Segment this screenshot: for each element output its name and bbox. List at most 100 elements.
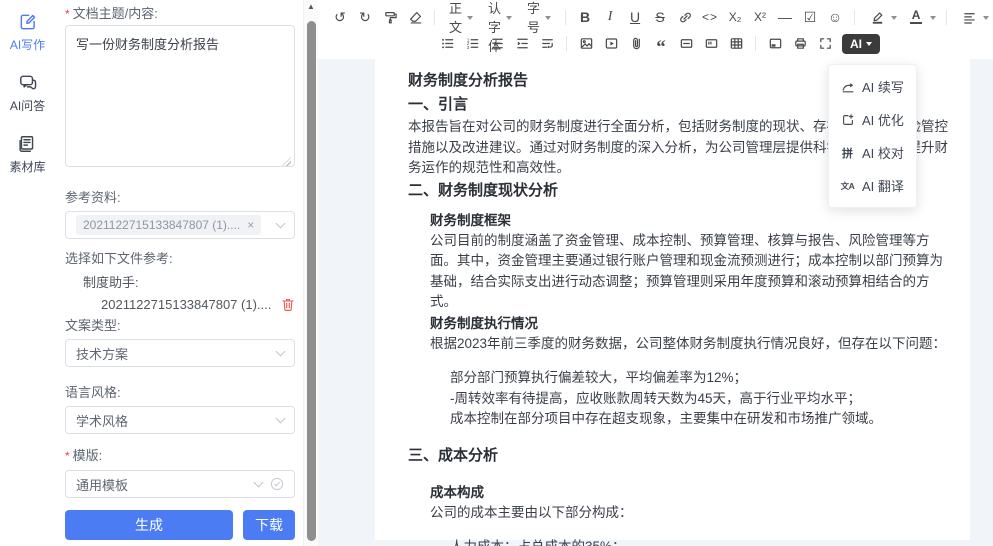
tag-close-icon[interactable]: × <box>247 218 254 232</box>
link-icon[interactable] <box>673 6 697 28</box>
material-library-icon <box>17 134 37 154</box>
menu-item-ai-optimize[interactable]: AI 优化 <box>829 103 916 136</box>
toolbar-row-2: 123 “ <box>328 31 987 56</box>
lang-style-label: 语言风格: <box>65 385 295 400</box>
doc-block: -周转效率有待提高，应收账款周转天数为45天，高于行业平均水平； <box>450 389 950 410</box>
doc-block: 三、成本分析 <box>408 444 950 468</box>
lang-style-select[interactable]: 学术风格 <box>65 406 295 434</box>
ai-proofread-icon: 拼 <box>840 145 855 160</box>
highlight-pen-icon <box>865 6 889 28</box>
caret-down-icon <box>983 16 989 20</box>
emoji-icon[interactable]: ☺ <box>823 6 847 28</box>
nav-item-ai-writing[interactable]: AI写作 <box>10 12 45 53</box>
ai-menu-button[interactable]: AI <box>842 34 880 54</box>
menu-item-ai-translate[interactable]: 文A AI 翻译 <box>829 169 916 202</box>
clear-format-icon[interactable] <box>403 6 427 28</box>
print-icon[interactable] <box>788 33 812 55</box>
editor-toolbar: ↺ ↻ 正文 默认字体 字号 B I U S <box>318 0 993 59</box>
font-color-select[interactable]: A <box>901 6 939 28</box>
chevron-down-icon <box>276 219 286 229</box>
reference-file-tag: 2021122715133847807 (1).... × <box>76 215 261 235</box>
topic-label: *文档主题/内容: <box>65 6 295 22</box>
task-list-icon[interactable]: ☑ <box>798 6 822 28</box>
download-button[interactable]: 下载 <box>243 510 295 540</box>
chevron-down-icon <box>276 414 286 424</box>
template-value: 通用模板 <box>76 475 128 494</box>
circle-check-icon <box>270 477 284 491</box>
toolbar-divider <box>854 10 855 25</box>
undo-icon[interactable]: ↺ <box>328 6 352 28</box>
topic-input[interactable]: 写一份财务制度分析报告 <box>65 25 295 167</box>
format-painter-icon[interactable] <box>378 6 402 28</box>
doc-block: 财务制度执行情况 <box>430 313 950 334</box>
strikethrough-icon[interactable]: S <box>648 6 672 28</box>
caret-down-icon <box>866 42 872 46</box>
chevron-down-icon <box>276 347 286 357</box>
doc-type-value: 技术方案 <box>76 344 128 363</box>
image-icon[interactable] <box>574 33 598 55</box>
ai-qa-icon <box>18 73 38 93</box>
horizontal-rule-icon[interactable]: — <box>773 6 797 28</box>
doc-block: 成本控制在部分项目中存在超支现象，主要集中在研发和市场推广领域。 <box>450 409 950 430</box>
subscript-icon[interactable]: X₂ <box>723 6 747 28</box>
reference-label: 参考资料: <box>65 190 295 205</box>
template-label: *模版: <box>65 448 295 464</box>
fullscreen-icon[interactable] <box>813 33 837 55</box>
ordered-list-icon[interactable]: 123 <box>460 33 484 55</box>
attachment-icon[interactable] <box>624 33 648 55</box>
required-asterisk: * <box>65 7 70 21</box>
superscript-icon[interactable]: X² <box>748 6 772 28</box>
editor-area: ↺ ↻ 正文 默认字体 字号 B I U S <box>318 0 993 546</box>
required-asterisk: * <box>65 449 70 463</box>
divider-block-icon[interactable] <box>674 33 698 55</box>
nav-item-label: AI问答 <box>10 97 45 114</box>
scrollbar-thumb[interactable] <box>307 21 316 541</box>
caret-down-icon <box>891 16 897 20</box>
caret-down-icon <box>930 16 936 20</box>
doc-block: 公司目前的制度涵盖了资金管理、成本控制、预算管理、核算与报告、风险管理等方面。其… <box>430 231 950 313</box>
redo-icon[interactable]: ↻ <box>353 6 377 28</box>
align-left-icon <box>957 6 981 28</box>
topic-textarea-wrap: 写一份财务制度分析报告 <box>65 22 295 172</box>
blockquote-icon[interactable]: “ <box>649 33 673 55</box>
video-icon[interactable] <box>599 33 623 55</box>
bold-icon[interactable]: B <box>573 6 597 28</box>
caret-down-icon <box>545 16 551 20</box>
toolbar-divider <box>566 36 567 51</box>
caret-down-icon <box>506 16 512 20</box>
toolbar-divider <box>565 10 566 25</box>
delete-file-icon[interactable] <box>281 297 295 312</box>
nav-item-material-library[interactable]: 素材库 <box>9 134 45 175</box>
scroll-up-arrow-icon[interactable]: ▲ <box>304 2 318 11</box>
line-wrap-icon[interactable] <box>535 33 559 55</box>
menu-item-ai-continue[interactable]: AI 续写 <box>829 70 916 103</box>
layout-icon[interactable] <box>763 33 787 55</box>
toolbar-divider <box>755 36 756 51</box>
italic-icon[interactable]: I <box>598 6 622 28</box>
assistant-name: 制度助手: <box>83 272 295 291</box>
table-icon[interactable] <box>724 33 748 55</box>
outdent-icon[interactable] <box>485 33 509 55</box>
highlight-color-select[interactable] <box>862 6 900 28</box>
bullet-list-icon[interactable] <box>435 33 459 55</box>
generation-form-panel: *文档主题/内容: 写一份财务制度分析报告 参考资料: 202112271513… <box>55 0 303 546</box>
nav-item-ai-qa[interactable]: AI问答 <box>10 73 45 114</box>
menu-item-ai-proofread[interactable]: 拼 AI 校对 <box>829 136 916 169</box>
reference-select[interactable]: 2021122715133847807 (1).... × <box>65 211 295 239</box>
doc-block: 根据2023年前三季度的财务数据，公司整体财务制度执行情况良好，但存在以下问题： <box>430 334 950 355</box>
indent-icon[interactable] <box>510 33 534 55</box>
code-block-icon[interactable] <box>699 33 723 55</box>
inline-code-icon[interactable]: <> <box>698 6 722 28</box>
alignment-select[interactable] <box>954 6 992 28</box>
font-color-icon: A <box>904 6 928 28</box>
doc-type-select[interactable]: 技术方案 <box>65 339 295 367</box>
selected-file-name: 2021122715133847807 (1).... <box>101 297 271 312</box>
generate-button[interactable]: 生成 <box>65 510 233 540</box>
panel-scrollbar[interactable]: ▲ <box>303 0 318 546</box>
doc-block: 公司的成本主要由以下部分构成： <box>430 503 950 524</box>
menu-item-label: AI 校对 <box>862 143 904 162</box>
toolbar-divider <box>946 10 947 25</box>
underline-icon[interactable]: U <box>623 6 647 28</box>
template-select[interactable]: 通用模板 <box>65 470 295 498</box>
ai-continue-icon <box>840 79 855 94</box>
